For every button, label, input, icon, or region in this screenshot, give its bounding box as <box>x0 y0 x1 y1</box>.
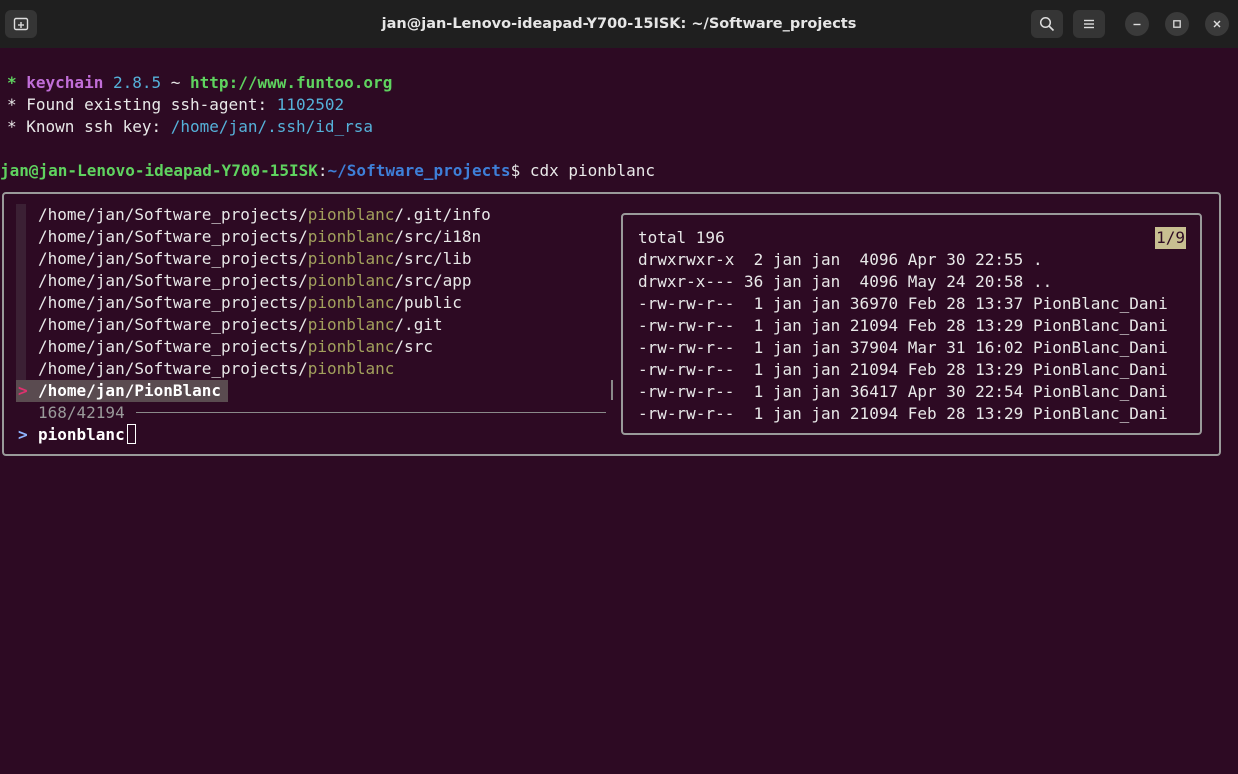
preview-scroll-counter: 1/9 <box>1155 227 1186 249</box>
preview-line: total 196 <box>638 228 725 247</box>
minimize-button[interactable] <box>1125 12 1149 36</box>
ssh-agent-prefix: * Found existing ssh-agent: <box>7 95 277 114</box>
preview-line: -rw-rw-r-- 1 jan jan 21094 Feb 28 13:29 … <box>638 360 1168 379</box>
fzf-gutter <box>16 204 26 380</box>
minimize-icon <box>1133 23 1141 26</box>
fzf-result-item[interactable]: /home/jan/Software_projects/pionblanc/.g… <box>38 204 491 226</box>
fzf-scrollbar[interactable] <box>611 380 613 400</box>
preview-line: -rw-rw-r-- 1 jan jan 36970 Feb 28 13:37 … <box>638 294 1168 313</box>
ssh-key-line: * Known ssh key: /home/jan/.ssh/id_rsa <box>7 116 373 138</box>
prompt-path: ~/Software_projects <box>327 161 511 180</box>
keychain-version: 2.8.5 <box>103 73 162 92</box>
fzf-preview-pane: 1/9 total 196 drwxrwxr-x 2 jan jan 4096 … <box>621 213 1202 435</box>
ssh-key-prefix: * Known ssh key: <box>7 117 171 136</box>
ssh-agent-line: * Found existing ssh-agent: 1102502 <box>7 94 344 116</box>
search-icon <box>1039 16 1055 32</box>
preview-line: -rw-rw-r-- 1 jan jan 21094 Feb 28 13:29 … <box>638 316 1168 335</box>
ssh-agent-pid: 1102502 <box>276 95 345 114</box>
fzf-prompt-marker: > <box>18 425 28 444</box>
maximize-icon <box>1173 20 1181 28</box>
fzf-selected-item[interactable]: /home/jan/PionBlanc <box>38 380 221 402</box>
preview-line: drwxr-x--- 36 jan jan 4096 May 24 20:58 … <box>638 272 1053 291</box>
ssh-key-path: /home/jan/.ssh/id_rsa <box>170 117 374 136</box>
text-cursor <box>127 424 136 444</box>
keychain-tilde: ~ <box>161 73 191 92</box>
hamburger-menu-icon <box>1084 19 1094 29</box>
preview-line: -rw-rw-r-- 1 jan jan 37904 Mar 31 16:02 … <box>638 338 1168 357</box>
shell-prompt-line: jan@jan-Lenovo-ideapad-Y700-15ISK:~/Soft… <box>0 160 655 182</box>
fzf-result-item[interactable]: /home/jan/Software_projects/pionblanc/sr… <box>38 270 471 292</box>
close-icon <box>1213 20 1221 28</box>
prompt-colon: : <box>317 161 328 180</box>
title-bar: jan@jan-Lenovo-ideapad-Y700-15ISK: ~/Sof… <box>0 0 1238 48</box>
fzf-separator <box>136 412 606 413</box>
fzf-match-count: 168/42194 <box>38 403 125 422</box>
close-button[interactable] <box>1205 12 1229 36</box>
fzf-selection-marker: > <box>18 381 28 400</box>
fzf-result-item[interactable]: /home/jan/Software_projects/pionblanc <box>38 358 394 380</box>
keychain-star: * <box>7 73 27 92</box>
maximize-button[interactable] <box>1165 12 1189 36</box>
keychain-line: * keychain 2.8.5 ~ http://www.funtoo.org <box>7 72 392 94</box>
preview-line: drwxrwxr-x 2 jan jan 4096 Apr 30 22:55 . <box>638 250 1043 269</box>
fzf-query-input[interactable]: pionblanc <box>38 424 125 446</box>
search-button[interactable] <box>1031 10 1063 38</box>
keychain-name: keychain <box>26 73 104 92</box>
fzf-result-item[interactable]: /home/jan/Software_projects/pionblanc/.g… <box>38 314 443 336</box>
preview-line: -rw-rw-r-- 1 jan jan 36417 Apr 30 22:54 … <box>638 382 1168 401</box>
prompt-symbol: $ <box>510 161 530 180</box>
prompt-command: cdx pionblanc <box>529 161 656 180</box>
menu-button[interactable] <box>1073 10 1105 38</box>
keychain-url: http://www.funtoo.org <box>190 73 393 92</box>
fzf-result-item[interactable]: /home/jan/Software_projects/pionblanc/sr… <box>38 226 481 248</box>
fzf-result-item[interactable]: /home/jan/Software_projects/pionblanc/sr… <box>38 336 433 358</box>
preview-line: -rw-rw-r-- 1 jan jan 21094 Feb 28 13:29 … <box>638 404 1168 423</box>
fzf-result-item[interactable]: /home/jan/Software_projects/pionblanc/sr… <box>38 248 471 270</box>
prompt-host: jan@jan-Lenovo-ideapad-Y700-15ISK <box>0 161 318 180</box>
fzf-result-item[interactable]: /home/jan/Software_projects/pionblanc/pu… <box>38 292 462 314</box>
